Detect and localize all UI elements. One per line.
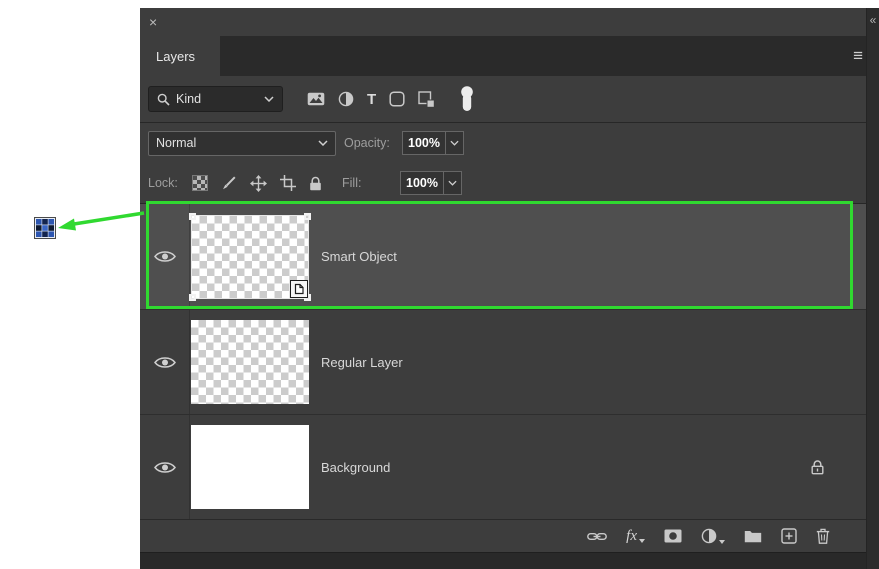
layers-bottom-bar: fx bbox=[140, 519, 866, 552]
blend-mode-value: Normal bbox=[156, 136, 197, 150]
thumbnail-corner-mark bbox=[189, 212, 196, 220]
visibility-toggle[interactable] bbox=[140, 204, 190, 309]
filter-toggle-switch[interactable] bbox=[460, 86, 474, 112]
delete-layer-trash-icon[interactable] bbox=[816, 528, 830, 544]
layer-row-background[interactable]: Background bbox=[140, 414, 866, 519]
eye-icon bbox=[153, 356, 176, 368]
add-layer-mask-icon[interactable] bbox=[664, 529, 682, 543]
tab-layers[interactable]: Layers bbox=[140, 36, 220, 76]
search-icon bbox=[157, 93, 170, 106]
blend-mode-dropdown[interactable]: Normal bbox=[148, 130, 336, 156]
fx-label: fx bbox=[626, 528, 637, 544]
fill-label: Fill: bbox=[342, 176, 362, 190]
filter-row: Kind T bbox=[140, 76, 866, 123]
layer-thumbnail[interactable] bbox=[191, 425, 309, 509]
panel-menu-icon[interactable]: ≡ bbox=[853, 46, 866, 66]
adjustment-layer-filter-icon[interactable] bbox=[338, 91, 354, 107]
link-layers-icon[interactable] bbox=[587, 531, 608, 542]
smart-object-badge-icon bbox=[290, 279, 308, 298]
layer-name: Background bbox=[321, 459, 391, 475]
eye-icon bbox=[153, 461, 176, 473]
lock-position-move-icon[interactable] bbox=[250, 174, 267, 192]
chevron-down-icon bbox=[318, 140, 328, 146]
half-circle-icon bbox=[701, 528, 717, 544]
fill-input[interactable]: 100% bbox=[400, 171, 462, 195]
panel-bottom-strip bbox=[140, 552, 866, 569]
panel-top-bar: × bbox=[140, 8, 866, 36]
visibility-toggle[interactable] bbox=[140, 415, 190, 519]
layers-panel: « × Layers ≡ Kind T Normal Opacity: 100%… bbox=[140, 8, 879, 569]
new-layer-icon[interactable] bbox=[781, 528, 797, 544]
tab-layers-label: Layers bbox=[156, 48, 196, 64]
opacity-input[interactable]: 100% bbox=[402, 131, 464, 155]
layer-row-smart-object[interactable]: Smart Object bbox=[140, 204, 866, 309]
lock-icons-group bbox=[192, 174, 322, 192]
layer-style-fx-icon[interactable]: fx bbox=[626, 528, 645, 544]
new-adjustment-layer-icon[interactable] bbox=[701, 528, 725, 544]
chevron-down-icon bbox=[264, 96, 274, 102]
opacity-dropdown-button[interactable] bbox=[446, 131, 464, 155]
close-panel-icon[interactable]: × bbox=[149, 15, 157, 29]
thumbnail-corner-mark bbox=[304, 212, 311, 220]
layers-list: Smart Object Regular Layer Background bbox=[140, 204, 866, 519]
collapse-dock-icon[interactable]: « bbox=[867, 14, 879, 26]
thumbnail-corner-mark bbox=[189, 293, 196, 301]
layer-row-regular-layer[interactable]: Regular Layer bbox=[140, 309, 866, 414]
lock-pixels-brush-icon[interactable] bbox=[221, 175, 237, 191]
lock-transparency-icon[interactable] bbox=[192, 175, 208, 191]
shape-layer-filter-icon[interactable] bbox=[389, 91, 405, 107]
lock-options-row: Lock: Fill: 100% bbox=[140, 163, 866, 204]
pixel-layer-filter-icon[interactable] bbox=[307, 92, 325, 106]
dock-strip: « bbox=[866, 8, 879, 569]
layer-thumbnail[interactable] bbox=[191, 320, 309, 404]
visibility-toggle[interactable] bbox=[140, 310, 190, 414]
filter-toggle-pill-icon bbox=[461, 86, 473, 111]
opacity-label: Opacity: bbox=[344, 136, 390, 150]
opacity-value[interactable]: 100% bbox=[402, 131, 446, 155]
layer-thumbnail[interactable] bbox=[189, 212, 311, 301]
chevron-down-icon bbox=[448, 180, 457, 186]
smart-object-filter-icon[interactable] bbox=[418, 90, 435, 108]
layer-name: Regular Layer bbox=[321, 354, 403, 370]
filter-icons-group: T bbox=[307, 90, 435, 108]
fill-dropdown-button[interactable] bbox=[444, 171, 462, 195]
caret-down-icon bbox=[719, 540, 725, 544]
layer-name: Smart Object bbox=[321, 249, 397, 264]
chevron-down-icon bbox=[450, 140, 459, 146]
new-group-folder-icon[interactable] bbox=[744, 529, 762, 543]
blend-options-row: Normal Opacity: 100% bbox=[140, 123, 866, 163]
background-lock-icon[interactable] bbox=[811, 460, 824, 475]
type-layer-filter-icon[interactable]: T bbox=[367, 92, 376, 107]
lock-artboard-icon[interactable] bbox=[280, 175, 296, 191]
eye-icon bbox=[153, 251, 176, 262]
screenshot-root: « × Layers ≡ Kind T Normal Opacity: 100%… bbox=[0, 0, 879, 569]
filter-kind-dropdown[interactable]: Kind bbox=[148, 86, 283, 112]
caret-down-icon bbox=[639, 539, 645, 543]
filter-kind-label: Kind bbox=[176, 92, 202, 106]
lock-label: Lock: bbox=[148, 176, 178, 190]
smart-object-mini-icon bbox=[34, 217, 56, 239]
smart-object-mini-icon-art bbox=[34, 217, 56, 239]
fill-value[interactable]: 100% bbox=[400, 171, 444, 195]
panel-tab-bar: Layers ≡ bbox=[140, 36, 866, 76]
layers-panel-content: × Layers ≡ Kind T Normal Opacity: 100% L… bbox=[140, 8, 866, 569]
lock-all-padlock-icon[interactable] bbox=[309, 176, 322, 191]
